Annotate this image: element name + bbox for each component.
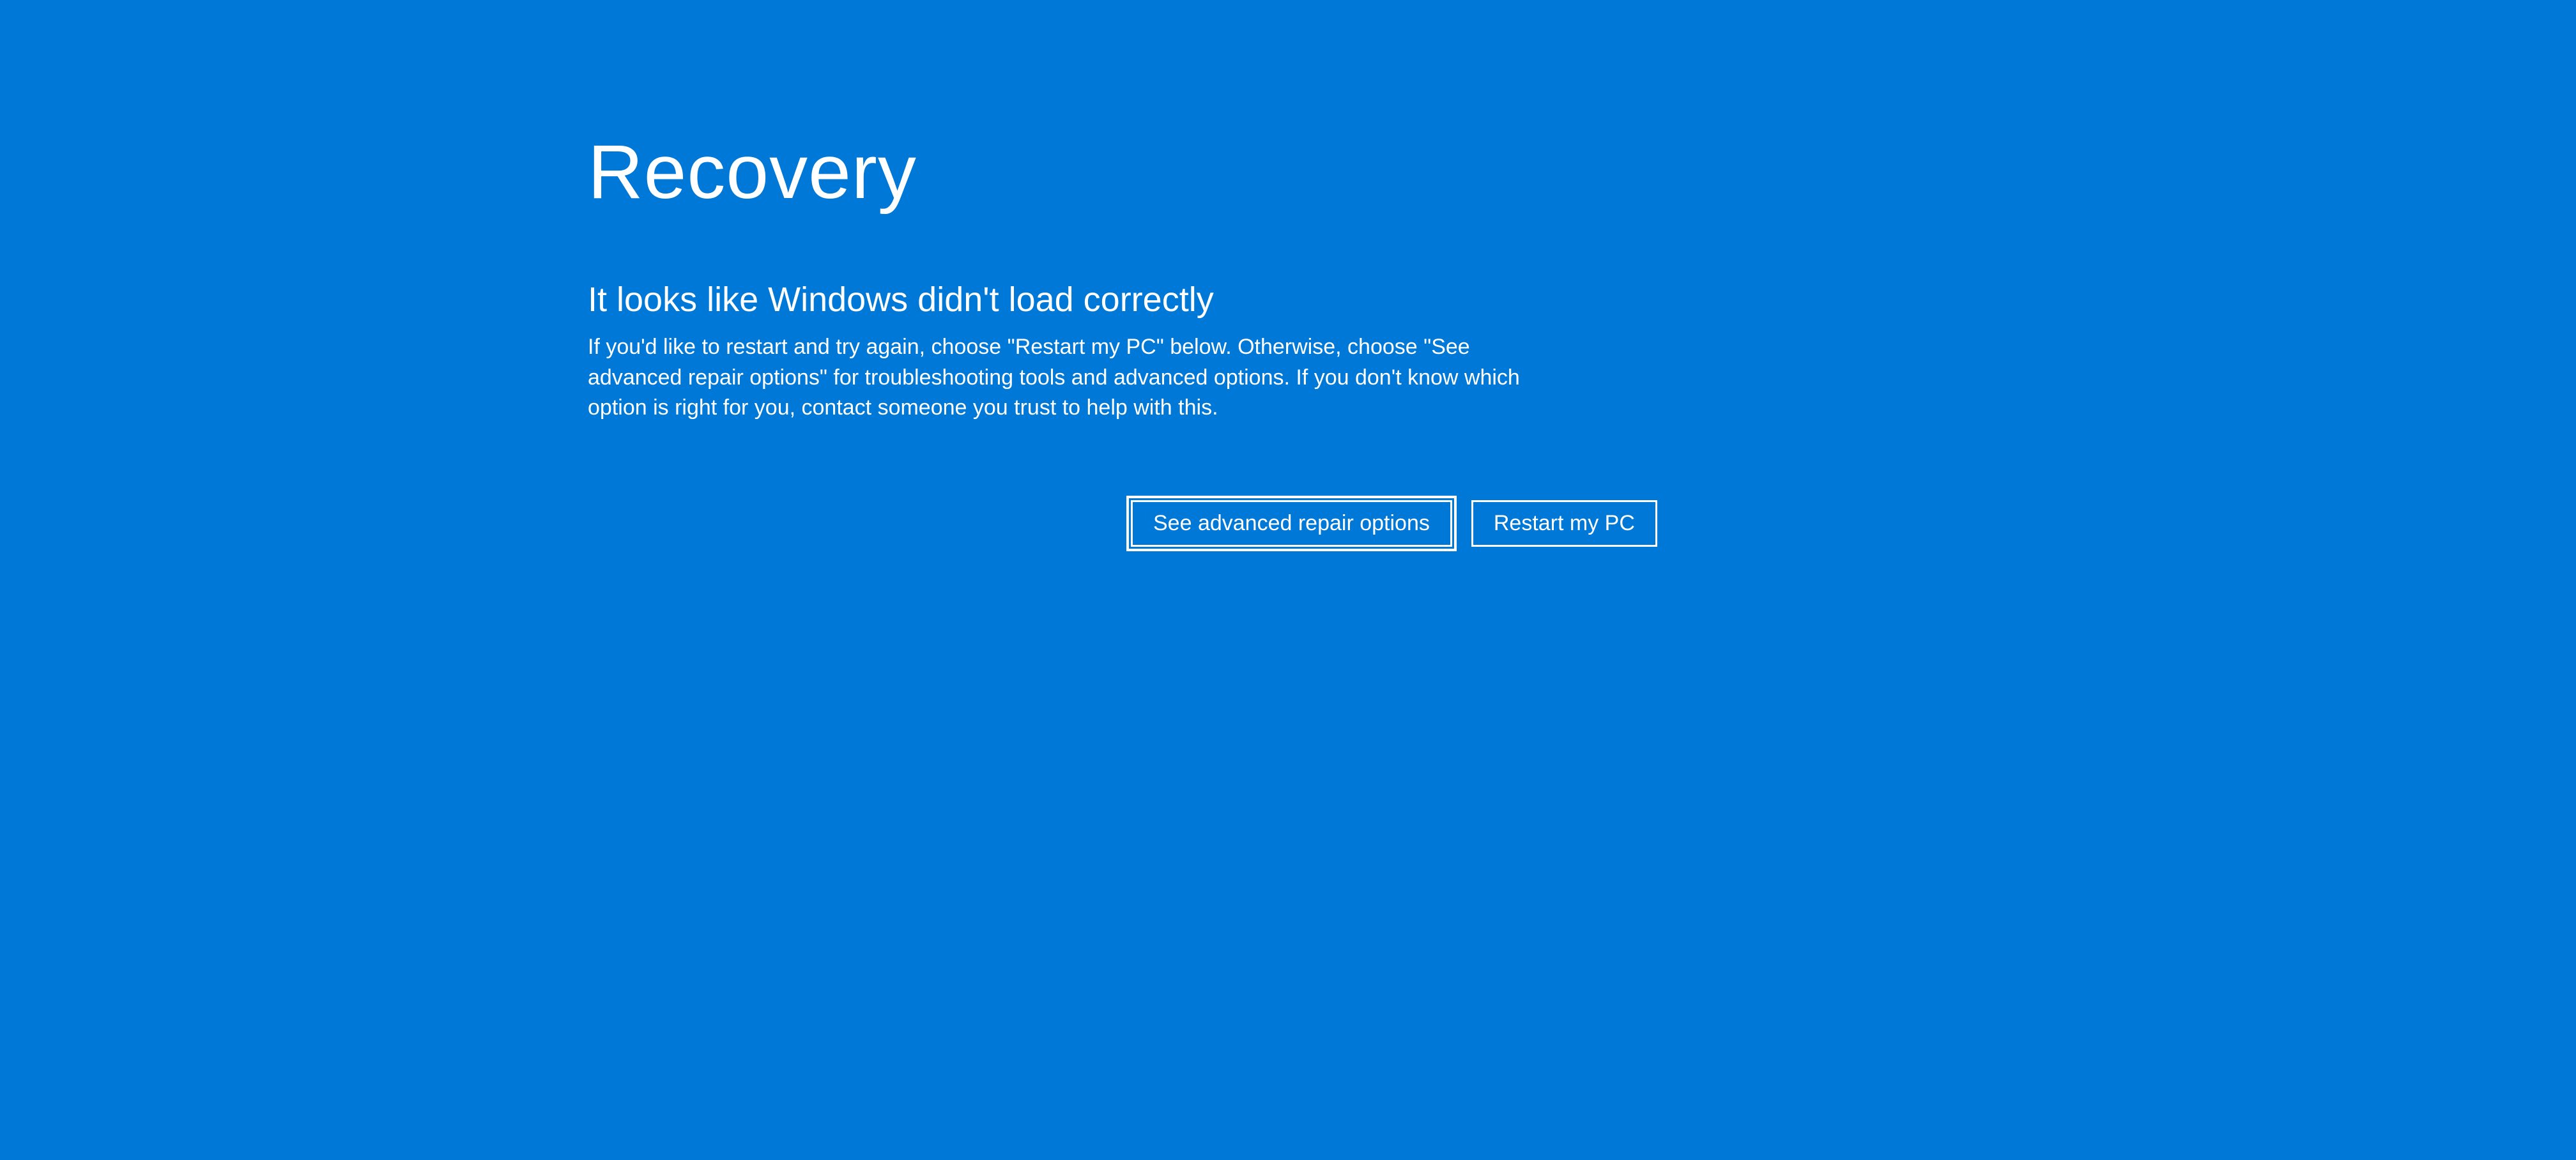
advanced-repair-button[interactable]: See advanced repair options xyxy=(1131,500,1452,547)
recovery-subtitle: It looks like Windows didn't load correc… xyxy=(588,280,1988,319)
recovery-screen: Recovery It looks like Windows didn't lo… xyxy=(0,0,2576,547)
recovery-title: Recovery xyxy=(588,128,1988,216)
recovery-body-text: If you'd like to restart and try again, … xyxy=(588,332,1546,424)
button-row: See advanced repair options Restart my P… xyxy=(1131,500,1988,547)
restart-pc-button[interactable]: Restart my PC xyxy=(1471,500,1657,547)
